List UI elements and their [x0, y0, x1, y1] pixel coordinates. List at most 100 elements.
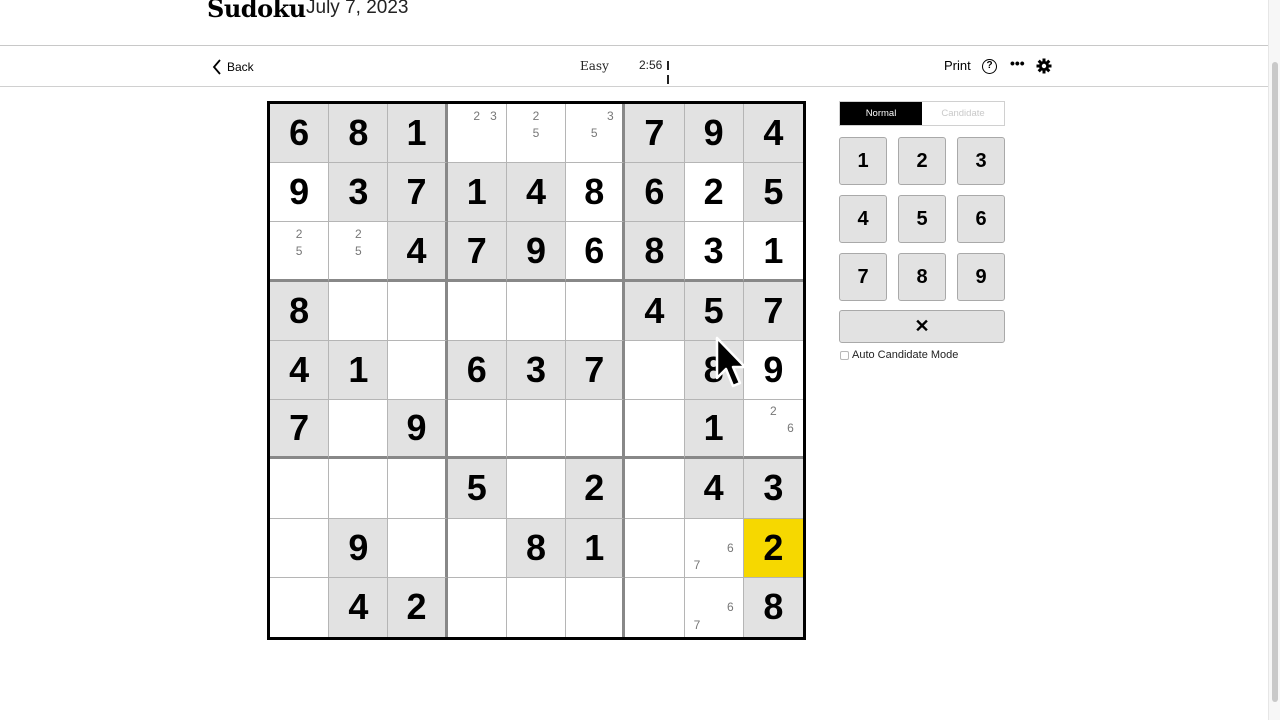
- sudoku-cell[interactable]: 25: [329, 222, 389, 282]
- sudoku-cell[interactable]: [388, 340, 448, 401]
- sudoku-cell[interactable]: 1: [447, 163, 507, 223]
- print-button[interactable]: Print: [944, 58, 971, 73]
- number-key-2[interactable]: 2: [898, 137, 946, 185]
- sudoku-cell[interactable]: [506, 577, 567, 637]
- help-icon[interactable]: ?: [982, 59, 997, 74]
- number-key-1[interactable]: 1: [839, 137, 887, 185]
- candidate-mode-button[interactable]: Candidate: [922, 102, 1004, 125]
- sudoku-cell[interactable]: [270, 518, 330, 578]
- sudoku-cell[interactable]: 8: [625, 222, 685, 282]
- sudoku-cell[interactable]: 5: [684, 281, 744, 341]
- sudoku-cell[interactable]: [566, 400, 626, 460]
- sudoku-cell[interactable]: [566, 281, 626, 341]
- sudoku-cell[interactable]: 1: [684, 400, 744, 460]
- number-key-5[interactable]: 5: [898, 195, 946, 243]
- sudoku-cell[interactable]: 4: [388, 222, 448, 282]
- sudoku-cell[interactable]: 9: [743, 340, 803, 401]
- sudoku-cell[interactable]: 1: [743, 222, 803, 282]
- sudoku-cell[interactable]: [506, 400, 567, 460]
- sudoku-cell[interactable]: 2: [684, 163, 744, 223]
- number-key-6[interactable]: 6: [957, 195, 1005, 243]
- number-key-9[interactable]: 9: [957, 253, 1005, 301]
- erase-button[interactable]: ✕: [839, 310, 1005, 343]
- sudoku-cell[interactable]: 5: [743, 163, 803, 223]
- sudoku-cell[interactable]: [270, 577, 330, 637]
- back-button[interactable]: Back: [211, 57, 254, 77]
- sudoku-cell[interactable]: 1: [329, 340, 389, 401]
- number-key-8[interactable]: 8: [898, 253, 946, 301]
- sudoku-cell[interactable]: [625, 459, 685, 519]
- sudoku-cell[interactable]: 6: [566, 222, 626, 282]
- sudoku-cell[interactable]: [329, 459, 389, 519]
- sudoku-cell[interactable]: [625, 400, 685, 460]
- sudoku-cell[interactable]: 3: [329, 163, 389, 223]
- sudoku-cell[interactable]: 7: [743, 281, 803, 341]
- vertical-scrollbar[interactable]: [1268, 0, 1280, 720]
- sudoku-cell[interactable]: 7: [447, 222, 507, 282]
- scrollbar-thumb[interactable]: [1272, 62, 1278, 702]
- pause-icon[interactable]: [667, 60, 673, 84]
- number-key-4[interactable]: 4: [839, 195, 887, 243]
- sudoku-cell[interactable]: [625, 518, 685, 578]
- sudoku-cell[interactable]: 6: [270, 104, 330, 164]
- sudoku-cell[interactable]: 2: [388, 577, 448, 637]
- sudoku-cell[interactable]: 6: [447, 340, 507, 401]
- sudoku-cell[interactable]: 7: [270, 400, 330, 460]
- sudoku-cell[interactable]: [447, 518, 507, 578]
- sudoku-cell[interactable]: 8: [329, 104, 389, 164]
- sudoku-cell[interactable]: 26: [743, 400, 803, 460]
- sudoku-cell[interactable]: [388, 459, 448, 519]
- sudoku-cell[interactable]: [447, 577, 507, 637]
- number-key-7[interactable]: 7: [839, 253, 887, 301]
- sudoku-cell[interactable]: 1: [388, 104, 448, 164]
- sudoku-cell[interactable]: [329, 400, 389, 460]
- sudoku-cell[interactable]: 23: [447, 104, 507, 164]
- sudoku-cell[interactable]: [506, 459, 567, 519]
- sudoku-cell[interactable]: [388, 518, 448, 578]
- sudoku-cell[interactable]: 2: [566, 459, 626, 519]
- more-options-icon[interactable]: •••: [1010, 55, 1025, 71]
- sudoku-cell[interactable]: [447, 400, 507, 460]
- sudoku-cell[interactable]: 25: [506, 104, 567, 164]
- sudoku-cell[interactable]: 4: [506, 163, 567, 223]
- number-key-3[interactable]: 3: [957, 137, 1005, 185]
- sudoku-cell[interactable]: [566, 577, 626, 637]
- sudoku-cell[interactable]: 2: [743, 518, 803, 578]
- sudoku-cell[interactable]: 4: [684, 459, 744, 519]
- sudoku-cell[interactable]: [506, 281, 567, 341]
- sudoku-cell[interactable]: 8: [506, 518, 567, 578]
- sudoku-cell[interactable]: 9: [329, 518, 389, 578]
- sudoku-cell[interactable]: 9: [684, 104, 744, 164]
- sudoku-cell[interactable]: 7: [388, 163, 448, 223]
- sudoku-cell[interactable]: 1: [566, 518, 626, 578]
- sudoku-cell[interactable]: 9: [270, 163, 330, 223]
- sudoku-cell[interactable]: 8: [684, 340, 744, 401]
- sudoku-cell[interactable]: 5: [447, 459, 507, 519]
- sudoku-cell[interactable]: 35: [566, 104, 626, 164]
- sudoku-cell[interactable]: [388, 281, 448, 341]
- sudoku-cell[interactable]: 4: [625, 281, 685, 341]
- sudoku-cell[interactable]: 67: [684, 518, 744, 578]
- sudoku-cell[interactable]: 7: [566, 340, 626, 401]
- sudoku-cell[interactable]: 4: [743, 104, 803, 164]
- sudoku-cell[interactable]: [625, 577, 685, 637]
- sudoku-cell[interactable]: 9: [506, 222, 567, 282]
- sudoku-cell[interactable]: 3: [743, 459, 803, 519]
- sudoku-cell[interactable]: [270, 459, 330, 519]
- sudoku-cell[interactable]: 8: [566, 163, 626, 223]
- sudoku-cell[interactable]: 4: [329, 577, 389, 637]
- sudoku-cell[interactable]: 9: [388, 400, 448, 460]
- sudoku-cell[interactable]: 7: [625, 104, 685, 164]
- sudoku-cell[interactable]: 8: [743, 577, 803, 637]
- auto-candidate-checkbox[interactable]: [840, 350, 849, 360]
- sudoku-cell[interactable]: 25: [270, 222, 330, 282]
- sudoku-cell[interactable]: 8: [270, 281, 330, 341]
- sudoku-cell[interactable]: [447, 281, 507, 341]
- sudoku-cell[interactable]: [625, 340, 685, 401]
- normal-mode-button[interactable]: Normal: [840, 102, 922, 125]
- sudoku-cell[interactable]: 67: [684, 577, 744, 637]
- sudoku-cell[interactable]: 6: [625, 163, 685, 223]
- sudoku-cell[interactable]: [329, 281, 389, 341]
- sudoku-cell[interactable]: 4: [270, 340, 330, 401]
- sudoku-cell[interactable]: 3: [684, 222, 744, 282]
